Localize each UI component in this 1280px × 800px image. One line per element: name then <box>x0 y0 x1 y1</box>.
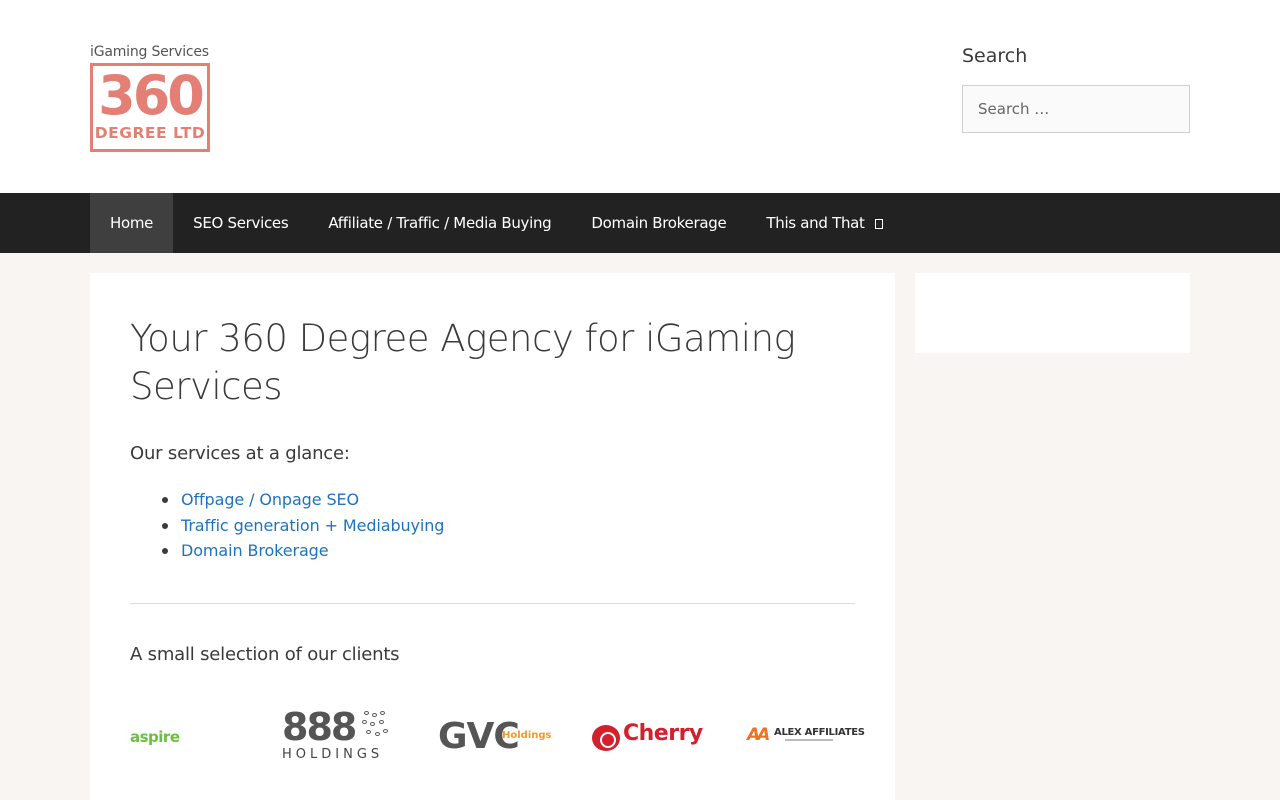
search-input[interactable] <box>962 85 1190 133</box>
client-logo-aspire: aspire <box>130 728 180 746</box>
clients-heading: A small selection of our clients <box>130 644 400 665</box>
dice-icon <box>362 711 390 743</box>
logo-number: 360 <box>98 64 205 127</box>
list-item: Traffic generation + Mediabuying <box>130 513 444 539</box>
service-link-traffic[interactable]: Traffic generation + Mediabuying <box>181 516 444 535</box>
nav-item-label: This and That <box>766 214 865 232</box>
nav-item-label: Affiliate / Traffic / Media Buying <box>328 214 552 232</box>
nav-item-domain-brokerage[interactable]: Domain Brokerage <box>571 193 746 253</box>
client-logo-alex-affiliates: AA ALEX AFFILIATES <box>747 725 865 795</box>
logo-cherry-text: Cherry <box>623 721 703 746</box>
logo-gvc-sub: Holdings <box>502 730 552 741</box>
services-intro: Our services at a glance: <box>130 443 350 464</box>
main-navigation: Home SEO Services Affiliate / Traffic / … <box>0 193 1280 253</box>
logo-alex-mark: AA <box>747 725 770 745</box>
logo-888-text: HOLDINGS <box>282 747 384 762</box>
divider <box>130 603 855 604</box>
nav-item-label: SEO Services <box>193 214 289 232</box>
site-logo[interactable]: iGaming Services 360 DEGREE LTD <box>90 44 215 152</box>
sidebar-widget <box>915 273 1190 353</box>
dropdown-icon[interactable] <box>874 219 883 229</box>
logo-subtitle: DEGREE LTD <box>94 124 206 142</box>
main-content: Your 360 Degree Agency for iGaming Servi… <box>90 273 895 800</box>
nav-item-home[interactable]: Home <box>90 193 174 253</box>
logo-888-number: 888 <box>282 705 357 749</box>
service-link-seo[interactable]: Offpage / Onpage SEO <box>181 490 359 509</box>
list-item: Domain Brokerage <box>130 538 444 564</box>
nav-item-affiliate-traffic-media-buying[interactable]: Affiliate / Traffic / Media Buying <box>308 193 571 253</box>
site-tagline: iGaming Services <box>90 44 209 60</box>
service-link-domain-brokerage[interactable]: Domain Brokerage <box>181 541 329 560</box>
nav-item-seo-services[interactable]: SEO Services <box>173 193 308 253</box>
nav-item-label: Domain Brokerage <box>591 214 727 232</box>
client-logo-cherry: Cherry <box>592 721 703 791</box>
services-list: Offpage / Onpage SEO Traffic generation … <box>130 487 444 564</box>
search-widget-title: Search <box>962 45 1028 67</box>
search-widget: Search <box>962 44 1190 133</box>
cherry-icon <box>592 725 620 751</box>
list-item: Offpage / Onpage SEO <box>130 487 444 513</box>
logo-alex-text: ALEX AFFILIATES <box>774 727 865 738</box>
page-title: Your 360 Degree Agency for iGaming Servi… <box>130 317 796 408</box>
client-logos: aspire 888 HOLDINGS GVC Holdings Cherry … <box>130 707 865 777</box>
nav-item-this-and-that[interactable]: This and That <box>746 193 902 253</box>
site-header: iGaming Services 360 DEGREE LTD Search <box>0 0 1280 193</box>
logo-alex-slogan-line <box>785 739 833 741</box>
logo-mark: 360 DEGREE LTD <box>90 63 210 152</box>
nav-item-label: Home <box>110 214 154 232</box>
nav-menu: Home SEO Services Affiliate / Traffic / … <box>90 193 903 253</box>
client-logo-gvc-holdings: GVC Holdings <box>438 717 552 787</box>
client-logo-888-holdings: 888 HOLDINGS <box>282 707 392 777</box>
